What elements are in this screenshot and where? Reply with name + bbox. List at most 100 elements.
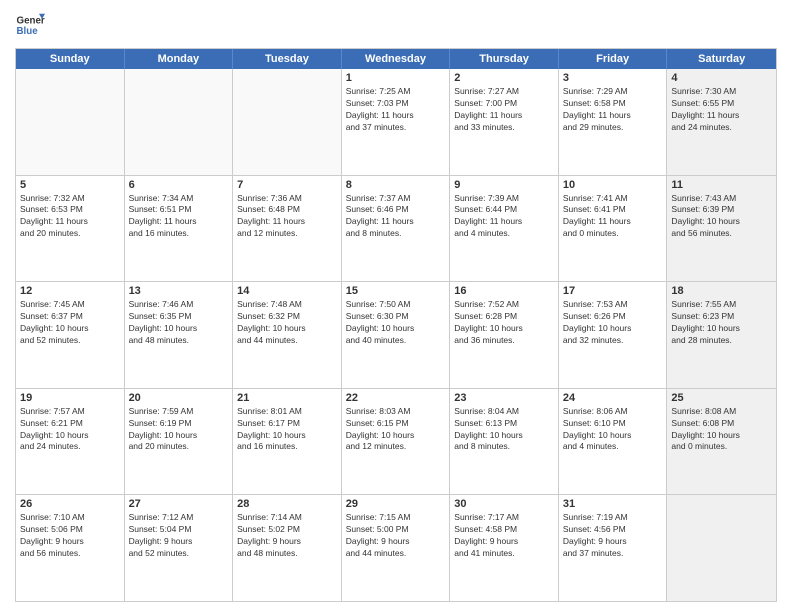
cell-day-18: 18Sunrise: 7:55 AM Sunset: 6:23 PM Dayli… bbox=[667, 282, 776, 388]
calendar-row-4: 26 Sunrise: 7:10 AM Sunset: 5:06 PM Dayli… bbox=[16, 495, 776, 601]
day-headers: SundayMondayTuesdayWednesdayThursdayFrid… bbox=[16, 49, 776, 69]
cell-day-20: 20Sunrise: 7:59 AM Sunset: 6:19 PM Dayli… bbox=[125, 389, 234, 495]
cell-info: Sunrise: 8:01 AM Sunset: 6:17 PM Dayligh… bbox=[237, 406, 337, 454]
cell-date-number: 6 bbox=[129, 179, 229, 191]
cell-date-number: 30 bbox=[454, 498, 554, 510]
cell-day-15: 15 Sunrise: 7:50 AM Sunset: 6:30 PM Dayli… bbox=[342, 282, 451, 388]
cell-info: Sunrise: 8:08 AM Sunset: 6:08 PM Dayligh… bbox=[671, 406, 772, 454]
cell-day-4: 4 Sunrise: 7:30 AM Sunset: 6:55 PM Daylig… bbox=[667, 69, 776, 175]
cell-day-17: 17Sunrise: 7:53 AM Sunset: 6:26 PM Dayli… bbox=[559, 282, 668, 388]
cell-info: Sunrise: 8:04 AM Sunset: 6:13 PM Dayligh… bbox=[454, 406, 554, 454]
cell-date-number: 8 bbox=[346, 179, 446, 191]
calendar-row-2: 12Sunrise: 7:45 AM Sunset: 6:37 PM Dayli… bbox=[16, 282, 776, 389]
cell-empty bbox=[125, 69, 234, 175]
cell-info: Sunrise: 7:10 AM Sunset: 5:06 PM Dayligh… bbox=[20, 512, 120, 560]
cell-empty bbox=[233, 69, 342, 175]
calendar-body: 1Sunrise: 7:25 AM Sunset: 7:03 PM Daylig… bbox=[16, 69, 776, 601]
cell-day-11: 11 Sunrise: 7:43 AM Sunset: 6:39 PM Dayli… bbox=[667, 176, 776, 282]
cell-day-13: 13Sunrise: 7:46 AM Sunset: 6:35 PM Dayli… bbox=[125, 282, 234, 388]
day-header-tuesday: Tuesday bbox=[233, 49, 342, 69]
calendar-row-0: 1Sunrise: 7:25 AM Sunset: 7:03 PM Daylig… bbox=[16, 69, 776, 176]
cell-date-number: 4 bbox=[671, 72, 772, 84]
svg-text:General: General bbox=[17, 16, 46, 27]
cell-day-27: 27Sunrise: 7:12 AM Sunset: 5:04 PM Dayli… bbox=[125, 495, 234, 601]
cell-info: Sunrise: 7:46 AM Sunset: 6:35 PM Dayligh… bbox=[129, 299, 229, 347]
cell-date-number: 26 bbox=[20, 498, 120, 510]
cell-info: Sunrise: 7:19 AM Sunset: 4:56 PM Dayligh… bbox=[563, 512, 663, 560]
cell-date-number: 15 bbox=[346, 285, 446, 297]
cell-info: Sunrise: 7:34 AM Sunset: 6:51 PM Dayligh… bbox=[129, 193, 229, 241]
day-header-saturday: Saturday bbox=[667, 49, 776, 69]
cell-date-number: 29 bbox=[346, 498, 446, 510]
cell-info: Sunrise: 7:12 AM Sunset: 5:04 PM Dayligh… bbox=[129, 512, 229, 560]
cell-empty bbox=[16, 69, 125, 175]
cell-info: Sunrise: 8:03 AM Sunset: 6:15 PM Dayligh… bbox=[346, 406, 446, 454]
cell-day-12: 12Sunrise: 7:45 AM Sunset: 6:37 PM Dayli… bbox=[16, 282, 125, 388]
cell-day-25: 25 Sunrise: 8:08 AM Sunset: 6:08 PM Dayli… bbox=[667, 389, 776, 495]
cell-date-number: 31 bbox=[563, 498, 663, 510]
cell-info: Sunrise: 7:50 AM Sunset: 6:30 PM Dayligh… bbox=[346, 299, 446, 347]
cell-day-3: 3 Sunrise: 7:29 AM Sunset: 6:58 PM Daylig… bbox=[559, 69, 668, 175]
cell-day-6: 6 Sunrise: 7:34 AM Sunset: 6:51 PM Daylig… bbox=[125, 176, 234, 282]
cell-day-16: 16Sunrise: 7:52 AM Sunset: 6:28 PM Dayli… bbox=[450, 282, 559, 388]
cell-date-number: 16 bbox=[454, 285, 554, 297]
cell-empty bbox=[667, 495, 776, 601]
cell-day-29: 29 Sunrise: 7:15 AM Sunset: 5:00 PM Dayli… bbox=[342, 495, 451, 601]
cell-info: Sunrise: 7:37 AM Sunset: 6:46 PM Dayligh… bbox=[346, 193, 446, 241]
cell-info: Sunrise: 7:15 AM Sunset: 5:00 PM Dayligh… bbox=[346, 512, 446, 560]
cell-date-number: 22 bbox=[346, 392, 446, 404]
day-header-sunday: Sunday bbox=[16, 49, 125, 69]
cell-date-number: 14 bbox=[237, 285, 337, 297]
cell-day-9: 9Sunrise: 7:39 AM Sunset: 6:44 PM Daylig… bbox=[450, 176, 559, 282]
day-header-friday: Friday bbox=[559, 49, 668, 69]
cell-date-number: 9 bbox=[454, 179, 554, 191]
cell-date-number: 3 bbox=[563, 72, 663, 84]
cell-day-8: 8 Sunrise: 7:37 AM Sunset: 6:46 PM Daylig… bbox=[342, 176, 451, 282]
cell-date-number: 24 bbox=[563, 392, 663, 404]
calendar-row-1: 5Sunrise: 7:32 AM Sunset: 6:53 PM Daylig… bbox=[16, 176, 776, 283]
cell-day-19: 19Sunrise: 7:57 AM Sunset: 6:21 PM Dayli… bbox=[16, 389, 125, 495]
cell-date-number: 5 bbox=[20, 179, 120, 191]
cell-day-28: 28 Sunrise: 7:14 AM Sunset: 5:02 PM Dayli… bbox=[233, 495, 342, 601]
cell-date-number: 28 bbox=[237, 498, 337, 510]
calendar-row-3: 19Sunrise: 7:57 AM Sunset: 6:21 PM Dayli… bbox=[16, 389, 776, 496]
day-header-wednesday: Wednesday bbox=[342, 49, 451, 69]
cell-date-number: 25 bbox=[671, 392, 772, 404]
cell-date-number: 23 bbox=[454, 392, 554, 404]
cell-date-number: 21 bbox=[237, 392, 337, 404]
cell-info: Sunrise: 7:30 AM Sunset: 6:55 PM Dayligh… bbox=[671, 86, 772, 134]
cell-date-number: 19 bbox=[20, 392, 120, 404]
cell-day-26: 26 Sunrise: 7:10 AM Sunset: 5:06 PM Dayli… bbox=[16, 495, 125, 601]
cell-info: Sunrise: 7:59 AM Sunset: 6:19 PM Dayligh… bbox=[129, 406, 229, 454]
cell-date-number: 12 bbox=[20, 285, 120, 297]
cell-info: Sunrise: 7:25 AM Sunset: 7:03 PM Dayligh… bbox=[346, 86, 446, 134]
cell-date-number: 2 bbox=[454, 72, 554, 84]
cell-info: Sunrise: 7:29 AM Sunset: 6:58 PM Dayligh… bbox=[563, 86, 663, 134]
svg-text:Blue: Blue bbox=[17, 26, 39, 37]
cell-day-1: 1Sunrise: 7:25 AM Sunset: 7:03 PM Daylig… bbox=[342, 69, 451, 175]
cell-day-10: 10Sunrise: 7:41 AM Sunset: 6:41 PM Dayli… bbox=[559, 176, 668, 282]
cell-day-23: 23 Sunrise: 8:04 AM Sunset: 6:13 PM Dayli… bbox=[450, 389, 559, 495]
cell-day-30: 30 Sunrise: 7:17 AM Sunset: 4:58 PM Dayli… bbox=[450, 495, 559, 601]
cell-date-number: 7 bbox=[237, 179, 337, 191]
cell-day-5: 5Sunrise: 7:32 AM Sunset: 6:53 PM Daylig… bbox=[16, 176, 125, 282]
logo-icon: General Blue bbox=[15, 10, 45, 40]
cell-date-number: 11 bbox=[671, 179, 772, 191]
cell-day-7: 7 Sunrise: 7:36 AM Sunset: 6:48 PM Daylig… bbox=[233, 176, 342, 282]
day-header-thursday: Thursday bbox=[450, 49, 559, 69]
cell-info: Sunrise: 7:36 AM Sunset: 6:48 PM Dayligh… bbox=[237, 193, 337, 241]
cell-info: Sunrise: 7:48 AM Sunset: 6:32 PM Dayligh… bbox=[237, 299, 337, 347]
cell-day-24: 24Sunrise: 8:06 AM Sunset: 6:10 PM Dayli… bbox=[559, 389, 668, 495]
cell-info: Sunrise: 7:17 AM Sunset: 4:58 PM Dayligh… bbox=[454, 512, 554, 560]
cell-info: Sunrise: 7:43 AM Sunset: 6:39 PM Dayligh… bbox=[671, 193, 772, 241]
cell-info: Sunrise: 7:14 AM Sunset: 5:02 PM Dayligh… bbox=[237, 512, 337, 560]
cell-info: Sunrise: 7:55 AM Sunset: 6:23 PM Dayligh… bbox=[671, 299, 772, 347]
cell-date-number: 10 bbox=[563, 179, 663, 191]
cell-info: Sunrise: 7:27 AM Sunset: 7:00 PM Dayligh… bbox=[454, 86, 554, 134]
cell-day-14: 14 Sunrise: 7:48 AM Sunset: 6:32 PM Dayli… bbox=[233, 282, 342, 388]
cell-day-22: 22 Sunrise: 8:03 AM Sunset: 6:15 PM Dayli… bbox=[342, 389, 451, 495]
logo: General Blue bbox=[15, 10, 45, 40]
day-header-monday: Monday bbox=[125, 49, 234, 69]
cell-day-2: 2 Sunrise: 7:27 AM Sunset: 7:00 PM Daylig… bbox=[450, 69, 559, 175]
cell-info: Sunrise: 7:53 AM Sunset: 6:26 PM Dayligh… bbox=[563, 299, 663, 347]
